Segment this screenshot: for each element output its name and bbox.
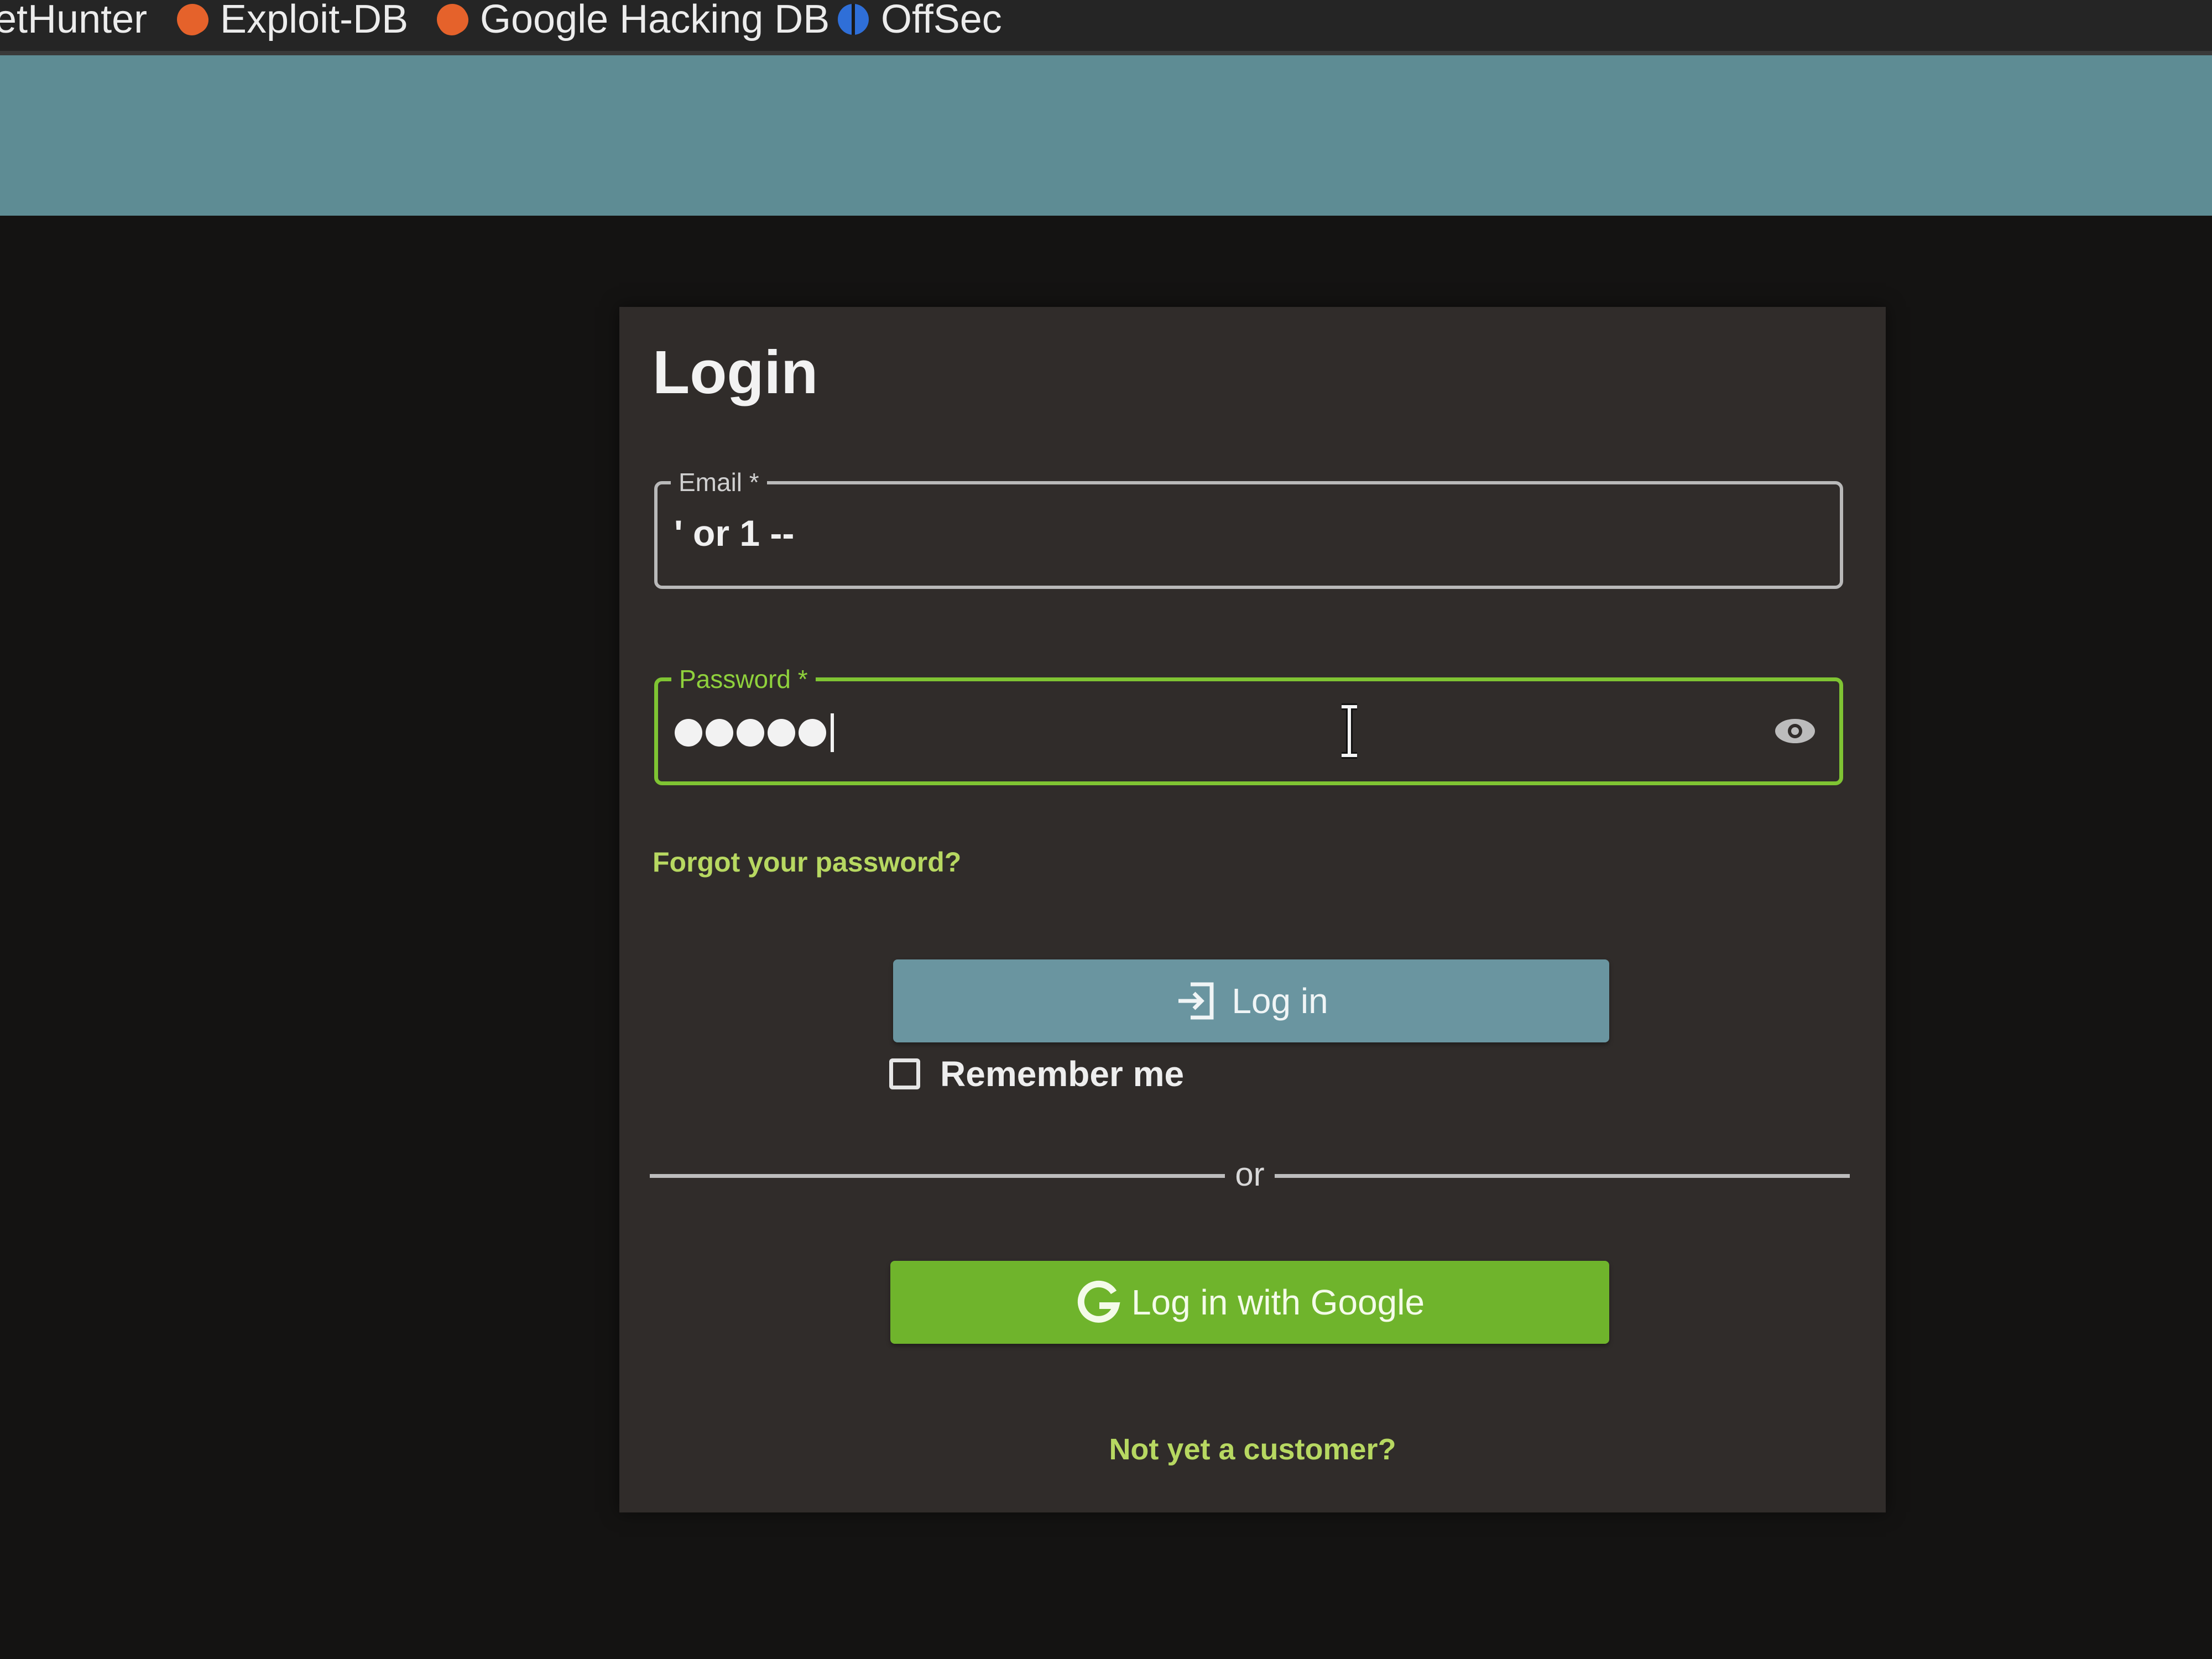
forgot-password-link[interactable]: Forgot your password?	[653, 846, 961, 878]
page-title: Login	[653, 338, 818, 406]
password-masked-value	[675, 713, 834, 752]
google-button-label: Log in with Google	[1131, 1282, 1425, 1322]
password-dot	[675, 719, 702, 747]
email-value: ' or 1 --	[674, 513, 795, 554]
login-button[interactable]: Log in	[893, 959, 1609, 1042]
password-dot	[737, 719, 764, 747]
bookmark-offsec[interactable]: OffSec	[838, 0, 1002, 39]
login-button-label: Log in	[1232, 981, 1328, 1021]
bookmark-label: OffSec	[881, 0, 1002, 41]
signup-link[interactable]: Not yet a customer?	[619, 1432, 1886, 1467]
bug-icon	[171, 0, 214, 41]
google-icon	[1077, 1280, 1120, 1323]
bug-icon	[431, 0, 474, 41]
bookmark-google-hacking-db[interactable]: Google Hacking DB	[431, 0, 830, 41]
login-card: Login Email * ' or 1 -- Password * Forgo…	[619, 307, 1886, 1512]
remember-me-checkbox[interactable]	[889, 1058, 920, 1089]
password-dot	[799, 719, 826, 747]
password-dot	[706, 719, 733, 747]
remember-me[interactable]: Remember me	[889, 1053, 1184, 1094]
divider-line	[1275, 1174, 1850, 1178]
login-icon	[1178, 982, 1214, 1020]
or-divider: or	[650, 1153, 1850, 1197]
password-label: Password *	[671, 662, 816, 696]
bookmark-nethunter[interactable]: etHunter	[0, 0, 147, 39]
google-login-button[interactable]: Log in with Google	[890, 1261, 1609, 1344]
text-cursor-icon	[1342, 703, 1357, 759]
password-field[interactable]: Password *	[654, 662, 1843, 785]
password-dot	[768, 719, 795, 747]
bookmark-label: etHunter	[0, 0, 148, 41]
email-label: Email *	[671, 466, 767, 499]
bookmark-label: Exploit-DB	[220, 0, 409, 41]
bookmark-exploit-db[interactable]: Exploit-DB	[171, 0, 409, 41]
bookmark-label: Google Hacking DB	[480, 0, 830, 41]
email-field[interactable]: Email * ' or 1 --	[654, 466, 1843, 589]
page-header-band	[0, 55, 2212, 216]
bookmarks-bar: etHunter Exploit-DB Google Hacking DB Of…	[0, 0, 2212, 55]
remember-me-label: Remember me	[940, 1054, 1185, 1094]
text-caret	[831, 713, 834, 752]
show-password-icon[interactable]	[1773, 714, 1817, 748]
offsec-icon	[838, 4, 869, 35]
